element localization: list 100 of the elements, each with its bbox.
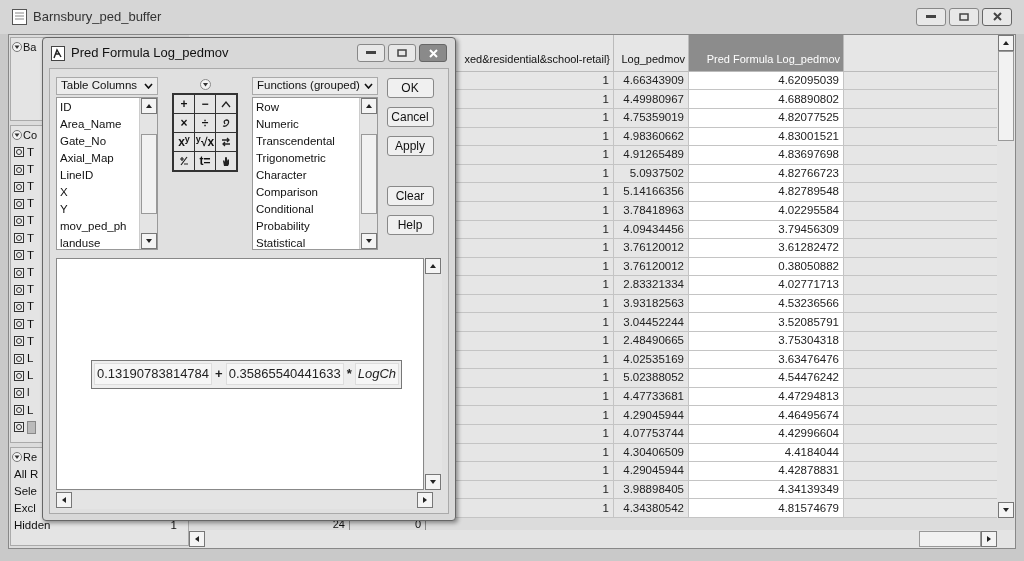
scroll-thumb[interactable] [998, 50, 1014, 141]
scrollbar[interactable] [997, 34, 1015, 518]
scroll-left-button[interactable] [189, 531, 205, 547]
column-icon [14, 198, 24, 209]
scroll-up-button[interactable] [998, 34, 1014, 51]
dialog-button[interactable]: Clear [386, 186, 434, 206]
list-item[interactable]: Axial_Map [60, 150, 139, 167]
scroll-down-button[interactable] [140, 233, 157, 249]
operator-key[interactable]: × [174, 114, 194, 132]
list-item[interactable]: Trigonometric [256, 150, 359, 167]
list-item[interactable]: LineID [60, 167, 139, 184]
scroll-down-button[interactable] [425, 474, 442, 490]
section-title: Ba [23, 39, 37, 55]
list-item[interactable]: landuse [60, 235, 139, 252]
arrow-icon [364, 102, 373, 110]
operator-key[interactable]: ÷ [195, 114, 215, 132]
dialog-button[interactable]: OK [386, 78, 434, 98]
column-name[interactable]: T [27, 315, 35, 333]
collapse-icon [199, 79, 211, 90]
operator-key[interactable] [216, 133, 236, 151]
scroll-down-button[interactable] [360, 233, 377, 249]
scroll-right-button[interactable] [981, 531, 997, 547]
column-name[interactable]: T [27, 143, 35, 161]
dialog-button[interactable]: Apply [386, 136, 434, 156]
section-title: Re [23, 449, 38, 465]
column-name[interactable]: T [27, 195, 35, 213]
column-name[interactable]: l [27, 384, 30, 402]
list-item[interactable]: X [60, 184, 139, 201]
maximize-button[interactable] [388, 44, 416, 62]
scroll-left-button[interactable] [56, 492, 72, 508]
close-button[interactable] [982, 7, 1012, 26]
formula-term[interactable]: 0.13190783814784 [94, 363, 213, 385]
list-item[interactable]: Character [256, 167, 359, 184]
list-item[interactable]: ID [60, 99, 139, 116]
scroll-thumb[interactable] [140, 133, 157, 214]
collapse-icon[interactable] [12, 41, 22, 52]
list-item[interactable]: Probability [256, 218, 359, 235]
column-name[interactable]: T [27, 212, 35, 230]
dialog-button[interactable]: Help [386, 215, 434, 235]
column-icon [14, 284, 24, 295]
column-name[interactable]: T [27, 229, 35, 247]
column-name[interactable]: T [27, 246, 35, 265]
table-cell: 4.83697698 [689, 146, 844, 164]
scroll-thumb[interactable] [919, 531, 981, 547]
dropdown[interactable]: Functions (grouped) [252, 77, 378, 95]
minimize-button[interactable] [357, 44, 385, 62]
row-state-count: 1 [170, 517, 177, 533]
dialog-button[interactable]: Cancel [386, 107, 434, 127]
operator-key[interactable]: x$^{y}$ [174, 133, 194, 151]
minimize-button[interactable] [916, 7, 946, 26]
column-name[interactable]: T [27, 298, 35, 316]
row-state-label: Excl [14, 500, 36, 516]
column-icon [14, 233, 24, 244]
collapse-icon[interactable] [12, 129, 22, 140]
column-name[interactable]: T [27, 178, 35, 196]
scrollbar[interactable] [139, 98, 157, 249]
list-item[interactable]: Gate_No [60, 133, 139, 150]
scroll-down-button[interactable] [998, 502, 1014, 518]
list-item[interactable]: Y [60, 201, 139, 218]
hand-icon [221, 155, 231, 167]
scroll-up-button[interactable] [425, 258, 442, 274]
column-name[interactable]: L [27, 349, 34, 368]
list-item[interactable]: mov_ped_ph [60, 218, 139, 235]
maximize-icon [397, 49, 407, 57]
row-state-label: Hidden [14, 517, 51, 533]
scroll-right-button[interactable] [417, 492, 433, 508]
operator-key[interactable] [216, 152, 236, 170]
collapse-icon[interactable] [12, 451, 22, 462]
operator-key[interactable] [216, 114, 236, 132]
column-name[interactable]: L [27, 401, 34, 419]
operator-key[interactable]: − [195, 95, 215, 113]
arrow-icon [144, 102, 153, 110]
dropdown[interactable]: Table Columns [56, 77, 158, 95]
scrollbar[interactable] [56, 491, 433, 509]
column-name[interactable]: T [27, 281, 35, 299]
list-item[interactable]: Area_Name [60, 116, 139, 133]
formula-term[interactable]: 0.35865540441633 [225, 363, 344, 385]
data-table-icon [12, 8, 27, 25]
list-item[interactable]: Comparison [256, 184, 359, 201]
scroll-thumb[interactable] [360, 133, 377, 214]
scrollbar[interactable] [359, 98, 377, 249]
scrollbar[interactable] [189, 530, 1015, 548]
scroll-up-button[interactable] [140, 98, 157, 114]
operator-key[interactable]: + [174, 95, 194, 113]
scrollbar[interactable] [424, 258, 442, 490]
operator-key[interactable] [174, 152, 194, 170]
list-item[interactable]: Conditional [256, 201, 359, 218]
column-name[interactable]: T [27, 264, 35, 282]
column-name[interactable]: T [27, 332, 35, 351]
arrow-icon [193, 535, 201, 543]
scroll-up-button[interactable] [360, 98, 377, 114]
formula-term[interactable]: LogCh [354, 363, 400, 385]
operator-key[interactable] [216, 95, 236, 113]
maximize-button[interactable] [949, 7, 979, 26]
operator-key[interactable]: t= [195, 152, 215, 170]
close-button[interactable] [419, 44, 447, 62]
arrow-icon [144, 237, 153, 245]
column-name[interactable]: L [27, 367, 34, 385]
column-name[interactable]: T [27, 160, 35, 179]
operator-key[interactable]: $^{y}$√x [195, 133, 215, 151]
